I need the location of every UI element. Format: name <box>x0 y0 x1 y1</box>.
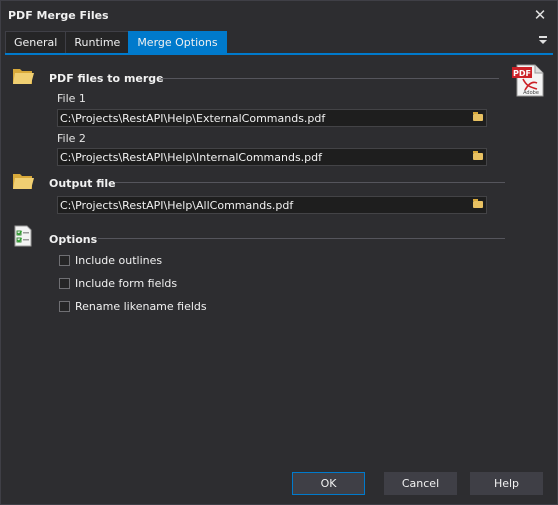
include-outlines-label: Include outlines <box>75 253 163 267</box>
tab-strip: General Runtime Merge Options <box>5 31 227 53</box>
window-title: PDF Merge Files <box>8 9 109 22</box>
checklist-icon <box>14 225 32 247</box>
tab-runtime[interactable]: Runtime <box>65 31 130 53</box>
file2-input[interactable] <box>60 149 460 165</box>
tab-general[interactable]: General <box>5 31 67 53</box>
include-form-fields-option[interactable]: Include form fields <box>59 275 177 291</box>
browse-folder-icon[interactable] <box>471 150 485 164</box>
browse-folder-glyph <box>473 151 483 160</box>
include-outlines-option[interactable]: Include outlines <box>59 252 162 268</box>
rename-likename-fields-option[interactable]: Rename likename fields <box>59 298 207 314</box>
tab-menu-bar <box>539 36 547 38</box>
options-section-divider <box>98 238 505 239</box>
rename-likename-fields-label: Rename likename fields <box>75 299 207 313</box>
help-button[interactable]: Help <box>470 472 543 495</box>
pdf-file-icon: PDF Adobe <box>512 64 544 97</box>
folder-icon <box>13 174 34 189</box>
output-field <box>57 196 487 214</box>
output-input[interactable] <box>60 197 460 213</box>
tab-menu-icon[interactable] <box>537 35 549 47</box>
close-icon[interactable]: ✕ <box>531 6 549 24</box>
include-outlines-checkbox[interactable] <box>59 254 70 266</box>
output-section-title: Output file <box>49 177 116 190</box>
dialog-window: PDF Merge Files ✕ General Runtime Merge … <box>0 0 558 505</box>
ok-button[interactable]: OK <box>292 472 365 495</box>
merge-section-title: PDF files to merge <box>49 72 164 85</box>
rename-likename-fields-checkbox[interactable] <box>59 300 70 312</box>
browse-folder-glyph <box>473 199 483 208</box>
output-section-divider <box>115 182 505 183</box>
cancel-button[interactable]: Cancel <box>384 472 457 495</box>
tab-underline <box>5 53 553 55</box>
merge-section-divider <box>161 78 499 79</box>
include-form-fields-checkbox[interactable] <box>59 277 70 289</box>
folder-icon <box>13 69 34 84</box>
file2-field <box>57 148 487 166</box>
adobe-badge-text: Adobe <box>523 90 539 96</box>
options-section-title: Options <box>49 233 98 246</box>
title-bar: PDF Merge Files ✕ <box>1 1 557 31</box>
include-form-fields-label: Include form fields <box>75 276 178 290</box>
file2-label: File 2 <box>57 132 86 145</box>
pdf-badge-text: PDF <box>513 69 531 78</box>
browse-folder-icon[interactable] <box>471 198 485 212</box>
browse-folder-glyph <box>473 112 483 121</box>
browse-folder-icon[interactable] <box>471 111 485 125</box>
tab-merge-options[interactable]: Merge Options <box>128 31 227 53</box>
tab-menu-arrow <box>539 40 547 44</box>
file1-input[interactable] <box>60 110 460 126</box>
file1-label: File 1 <box>57 92 86 105</box>
file1-field <box>57 109 487 127</box>
